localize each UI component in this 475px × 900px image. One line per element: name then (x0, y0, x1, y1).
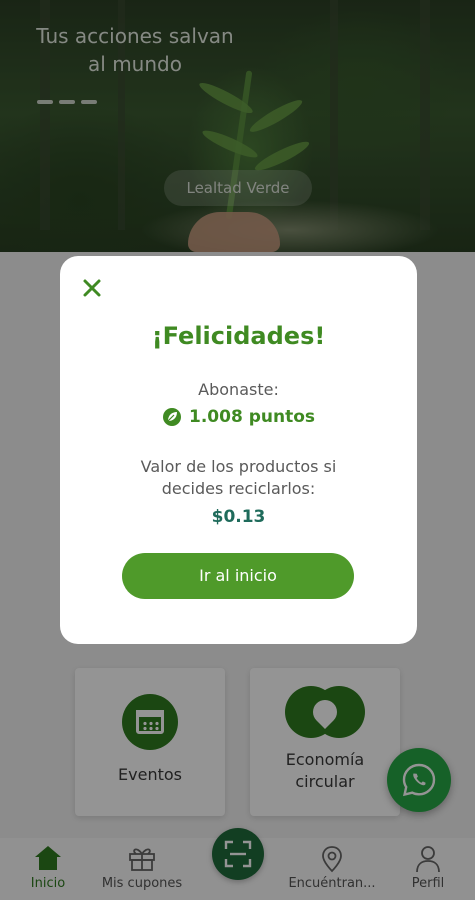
congratulations-dialog: ¡Felicidades! Abonaste: 1.008 puntos Val… (60, 256, 417, 644)
leaf-coin-icon (163, 408, 181, 426)
points-value: 1.008 puntos (189, 407, 315, 427)
dialog-title: ¡Felicidades! (151, 322, 326, 350)
go-home-button[interactable]: Ir al inicio (122, 553, 354, 599)
points-row: 1.008 puntos (60, 407, 417, 427)
product-value-amount: $0.13 (211, 507, 266, 527)
close-icon[interactable] (80, 276, 104, 300)
product-value-label: Valor de los productos si decides recicl… (60, 456, 417, 500)
product-value-label-line: Valor de los productos si (140, 457, 337, 476)
credited-label: Abonaste: (198, 380, 279, 399)
product-value-label-line: decides reciclarlos: (161, 479, 316, 498)
